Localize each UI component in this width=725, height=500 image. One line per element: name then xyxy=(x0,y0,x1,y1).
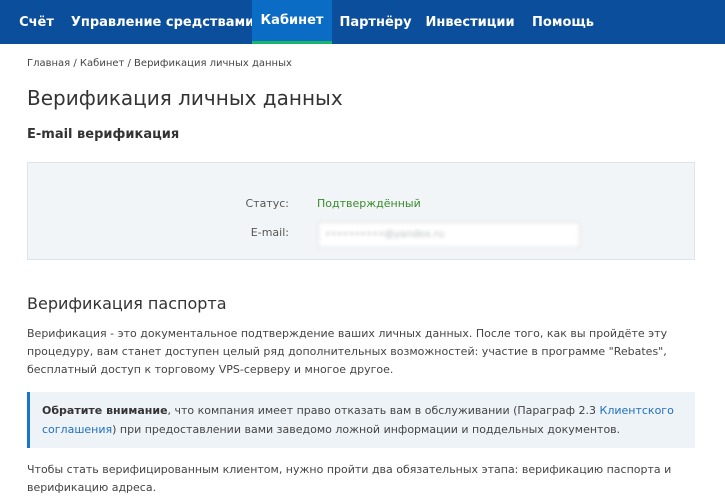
passport-verification-title: Верификация паспорта xyxy=(27,294,227,313)
nav-item-cabinet[interactable]: Кабинет xyxy=(252,0,332,44)
email-verification-panel: Статус: Подтверждённый E-mail: •••••••••… xyxy=(27,162,695,260)
email-field[interactable]: ••••••••••@yandex.ru xyxy=(318,222,580,248)
passport-outro-text: Чтобы стать верифицированным клиентом, н… xyxy=(27,463,672,494)
nav-item-help[interactable]: Помощь xyxy=(521,0,605,44)
page-title: Верификация личных данных xyxy=(27,86,343,110)
notice-bold: Обратите внимание xyxy=(42,404,168,417)
notice-box: Обратите внимание, что компания имеет пр… xyxy=(27,392,695,448)
notice-text-before: , что компания имеет право отказать вам … xyxy=(167,404,600,417)
notice-text-after: ) при предоставлении вами заведомо ложно… xyxy=(112,423,621,436)
status-label: Статус: xyxy=(245,197,289,210)
status-value: Подтверждённый xyxy=(317,197,421,210)
nav-item-investments[interactable]: Инвестиции xyxy=(419,0,521,44)
top-navigation: Счёт Управление средствами Кабинет Партн… xyxy=(0,0,725,44)
nav-item-partner[interactable]: Партнёру xyxy=(332,0,419,44)
nav-item-funds-management[interactable]: Управление средствами xyxy=(71,0,254,44)
breadcrumb[interactable]: Главная / Кабинет / Верификация личных д… xyxy=(27,58,292,69)
email-label: E-mail: xyxy=(250,226,289,239)
passport-intro-text: Верификация - это документальное подтвер… xyxy=(27,327,668,376)
email-verification-title: E-mail верификация xyxy=(27,127,180,142)
nav-item-account[interactable]: Счёт xyxy=(0,0,73,44)
status-row: Статус: Подтверждённый xyxy=(28,197,696,213)
